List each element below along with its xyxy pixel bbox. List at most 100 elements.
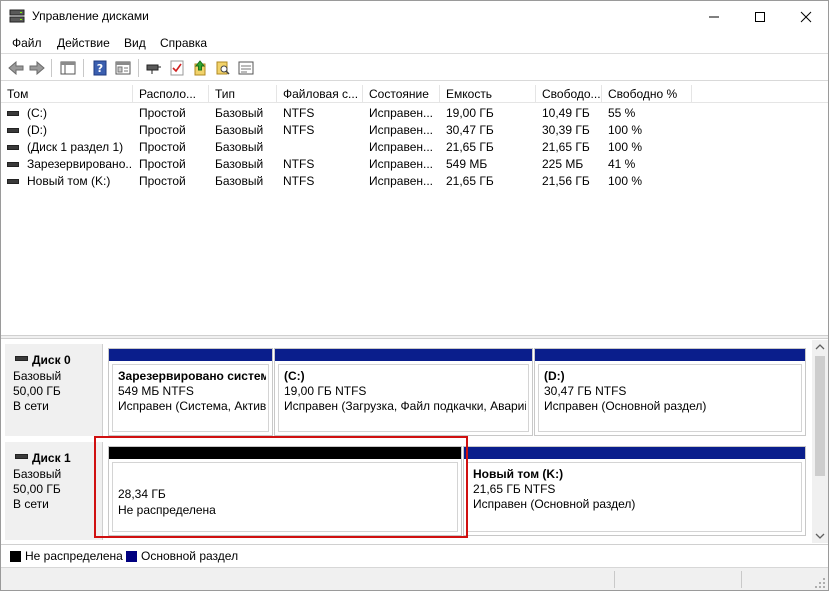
- forward-icon: [29, 61, 45, 75]
- volume-capacity: 21,65 ГБ: [446, 140, 494, 154]
- forward-button[interactable]: [27, 58, 47, 78]
- column-header-free-space[interactable]: Свободо...: [536, 85, 602, 103]
- volume-list: Том Располо... Тип Файловая с... Состоян…: [1, 85, 828, 335]
- column-header-free-percent[interactable]: Свободно %: [602, 85, 692, 103]
- disk-1-label[interactable]: Диск 1 Базовый 50,00 ГБ В сети: [5, 442, 103, 540]
- up-button[interactable]: [190, 58, 210, 78]
- console-tree-button[interactable]: [58, 58, 78, 78]
- volume-status: Исправен...: [369, 106, 434, 120]
- search-button[interactable]: [213, 58, 233, 78]
- volume-layout: Простой: [139, 106, 186, 120]
- column-header-volume[interactable]: Том: [1, 85, 133, 103]
- volume-type: Базовый: [215, 174, 264, 188]
- volume-name: (C:): [27, 106, 47, 120]
- legend-label: Не распределена: [25, 549, 123, 563]
- volume-row[interactable]: (Диск 1 раздел 1) Простой Базовый Исправ…: [1, 139, 828, 156]
- title-bar[interactable]: Управление дисками: [1, 1, 828, 32]
- partition-body: (D:) 30,47 ГБ NTFS Исправен (Основной ра…: [538, 364, 802, 432]
- column-header-filesystem[interactable]: Файловая с...: [277, 85, 363, 103]
- volume-status: Исправен...: [369, 123, 434, 137]
- volume-layout: Простой: [139, 174, 186, 188]
- partition-c[interactable]: (C:) 19,00 ГБ NTFS Исправен (Загрузка, Ф…: [274, 348, 533, 436]
- partition-status: Исправен (Основной раздел): [544, 399, 707, 413]
- volume-row[interactable]: (C:) Простой Базовый NTFS Исправен... 19…: [1, 105, 828, 122]
- volume-capacity: 30,47 ГБ: [446, 123, 494, 137]
- console-tree-icon: [60, 61, 76, 75]
- volume-free-percent: 100 %: [608, 123, 643, 137]
- partition-title: (D:): [544, 369, 565, 383]
- disk-0-label[interactable]: Диск 0 Базовый 50,00 ГБ В сети: [5, 344, 103, 436]
- partition-bar: [464, 447, 805, 459]
- scrollbar-thumb[interactable]: [815, 356, 825, 476]
- resize-grip-icon[interactable]: [814, 577, 826, 589]
- partition-size: 19,00 ГБ NTFS: [284, 384, 367, 398]
- partition-size: 549 МБ NTFS: [118, 384, 194, 398]
- disk-state: В сети: [13, 399, 49, 413]
- volume-free: 225 МБ: [542, 157, 584, 171]
- partition-bar: [535, 349, 805, 361]
- volume-status: Исправен...: [369, 157, 434, 171]
- volume-name: Новый том (K:): [27, 174, 111, 188]
- volume-row[interactable]: Зарезервировано... Простой Базовый NTFS …: [1, 156, 828, 173]
- list-icon: [238, 61, 254, 75]
- disk-icon: [15, 454, 28, 459]
- volume-free-percent: 55 %: [608, 106, 636, 120]
- volume-row[interactable]: (D:) Простой Базовый NTFS Исправен... 30…: [1, 122, 828, 139]
- minimize-icon: [709, 16, 719, 17]
- check-icon: [170, 60, 184, 76]
- toolbar-separator: [51, 59, 52, 77]
- volume-type: Базовый: [215, 123, 264, 137]
- properties-button[interactable]: [113, 58, 133, 78]
- maximize-icon: [755, 11, 765, 22]
- window-title: Управление дисками: [32, 9, 149, 23]
- partition-k[interactable]: Новый том (K:) 21,65 ГБ NTFS Исправен (О…: [463, 446, 806, 536]
- menu-file[interactable]: Файл: [12, 36, 42, 50]
- partition-size: 30,47 ГБ NTFS: [544, 384, 627, 398]
- list-button[interactable]: [236, 58, 256, 78]
- partition-bar: [275, 349, 532, 361]
- properties-icon: [115, 61, 131, 75]
- partition-reserved[interactable]: Зарезервировано системо 549 МБ NTFS Испр…: [108, 348, 273, 436]
- pane-splitter[interactable]: [1, 335, 828, 339]
- back-button[interactable]: [6, 58, 26, 78]
- partition-d[interactable]: (D:) 30,47 ГБ NTFS Исправен (Основной ра…: [534, 348, 806, 436]
- volume-type: Базовый: [215, 140, 264, 154]
- column-header-capacity[interactable]: Емкость: [440, 85, 536, 103]
- volume-layout: Простой: [139, 123, 186, 137]
- back-icon: [8, 61, 24, 75]
- maximize-button[interactable]: [737, 1, 783, 32]
- disk-management-app-icon: [9, 9, 25, 23]
- volume-free: 30,39 ГБ: [542, 123, 590, 137]
- legend-swatch-primary: [126, 551, 137, 562]
- column-header-layout[interactable]: Располо...: [133, 85, 209, 103]
- volume-name: Зарезервировано...: [27, 157, 131, 171]
- close-icon: [800, 11, 812, 22]
- column-header-type[interactable]: Тип: [209, 85, 277, 103]
- menu-view[interactable]: Вид: [124, 36, 146, 50]
- disk-view-scrollbar[interactable]: [812, 340, 828, 543]
- close-button[interactable]: [783, 1, 828, 32]
- volume-type: Базовый: [215, 157, 264, 171]
- menu-help[interactable]: Справка: [160, 36, 207, 50]
- column-header-status[interactable]: Состояние: [363, 85, 440, 103]
- check-button[interactable]: [167, 58, 187, 78]
- status-bar-divider: [741, 571, 742, 588]
- menu-action[interactable]: Действие: [57, 36, 110, 50]
- volume-icon: [7, 128, 19, 133]
- disk-size: 50,00 ГБ: [13, 482, 61, 496]
- disk-state: В сети: [13, 497, 49, 511]
- volume-layout: Простой: [139, 140, 186, 154]
- help-button[interactable]: ?: [90, 58, 110, 78]
- connect-button[interactable]: [144, 58, 164, 78]
- partition-status: Исправен (Загрузка, Файл подкачки, Авари…: [284, 399, 526, 413]
- disk-size: 50,00 ГБ: [13, 384, 61, 398]
- partition-title: Новый том (K:): [473, 467, 564, 481]
- partition-body: Новый том (K:) 21,65 ГБ NTFS Исправен (О…: [467, 462, 802, 532]
- legend-label: Основной раздел: [141, 549, 239, 563]
- volume-icon: [7, 111, 19, 116]
- volume-row[interactable]: Новый том (K:) Простой Базовый NTFS Испр…: [1, 173, 828, 190]
- partition-body: Зарезервировано системо 549 МБ NTFS Испр…: [112, 364, 269, 432]
- minimize-button[interactable]: [691, 1, 737, 32]
- svg-text:?: ?: [97, 62, 103, 75]
- volume-free-percent: 41 %: [608, 157, 636, 171]
